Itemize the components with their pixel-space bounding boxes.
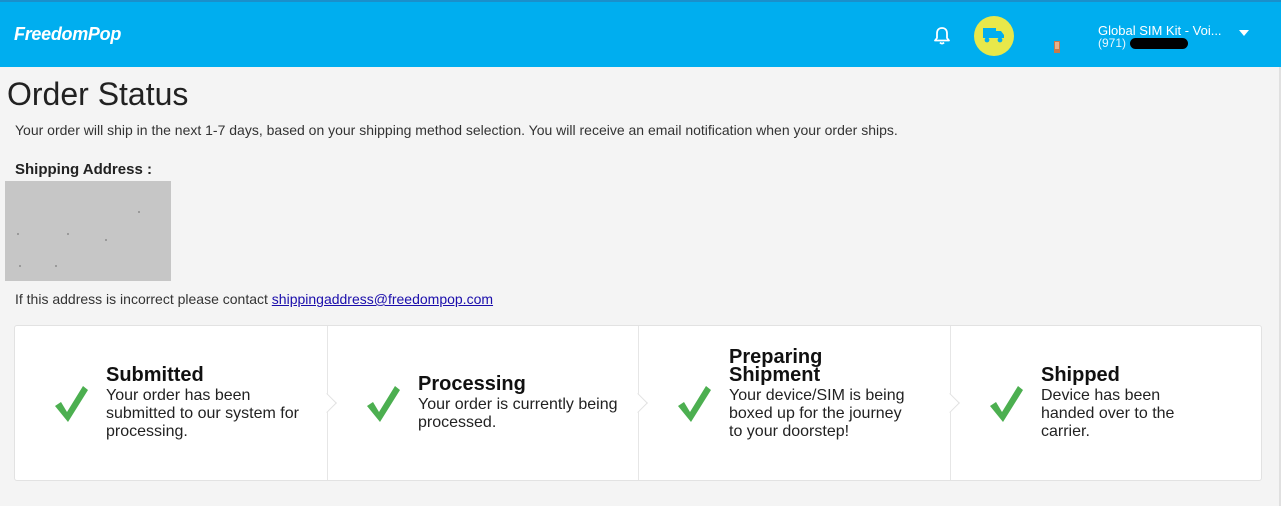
step-title: Submitted <box>106 364 204 386</box>
checkmark-icon <box>678 386 711 422</box>
step-description: Your device/SIM is being boxed up for th… <box>729 387 905 440</box>
checkmark-icon <box>55 386 88 422</box>
checkmark-icon <box>367 386 400 422</box>
page-title: Order Status <box>7 76 189 112</box>
truck-icon <box>983 28 1004 43</box>
redacted-shipping-address <box>5 181 171 281</box>
redacted-phone-number <box>1130 38 1188 49</box>
step-title: Processing <box>418 373 526 395</box>
order-progress-tracker: Submitted Your order has been submitted … <box>14 325 1262 481</box>
top-navigation-bar: FreedomPop Global SIM Kit - Voi... (971) <box>0 0 1281 67</box>
account-selector[interactable]: Global SIM Kit - Voi... (971) <box>1098 23 1258 53</box>
step-description: Your order is currently being processed. <box>418 396 618 431</box>
step-description: Device has been handed over to the carri… <box>1041 387 1175 440</box>
shipping-email-link[interactable]: shippingaddress@freedompop.com <box>272 291 493 307</box>
account-phone: (971) <box>1098 36 1127 50</box>
step-title: Preparing Shipment <box>729 346 823 386</box>
step-title: Shipped <box>1041 364 1120 386</box>
brand-logo[interactable]: FreedomPop <box>14 24 121 45</box>
bell-icon[interactable] <box>932 26 952 46</box>
address-contact-line: If this address is incorrect please cont… <box>15 291 493 307</box>
shipping-address-label: Shipping Address : <box>15 161 152 178</box>
shipping-notice: Your order will ship in the next 1-7 day… <box>15 122 898 138</box>
order-status-button[interactable] <box>974 16 1014 56</box>
step-submitted: Submitted Your order has been submitted … <box>15 326 327 480</box>
contact-text: If this address is incorrect please cont… <box>15 291 272 307</box>
step-shipped: Shipped Device has been handed over to t… <box>950 326 1262 480</box>
chevron-down-icon[interactable] <box>1239 30 1249 36</box>
checkmark-icon <box>990 386 1023 422</box>
step-processing: Processing Your order is currently being… <box>327 326 639 480</box>
avatar[interactable] <box>1054 40 1060 53</box>
step-preparing-shipment: Preparing Shipment Your device/SIM is be… <box>638 326 950 480</box>
step-description: Your order has been submitted to our sys… <box>106 387 299 440</box>
